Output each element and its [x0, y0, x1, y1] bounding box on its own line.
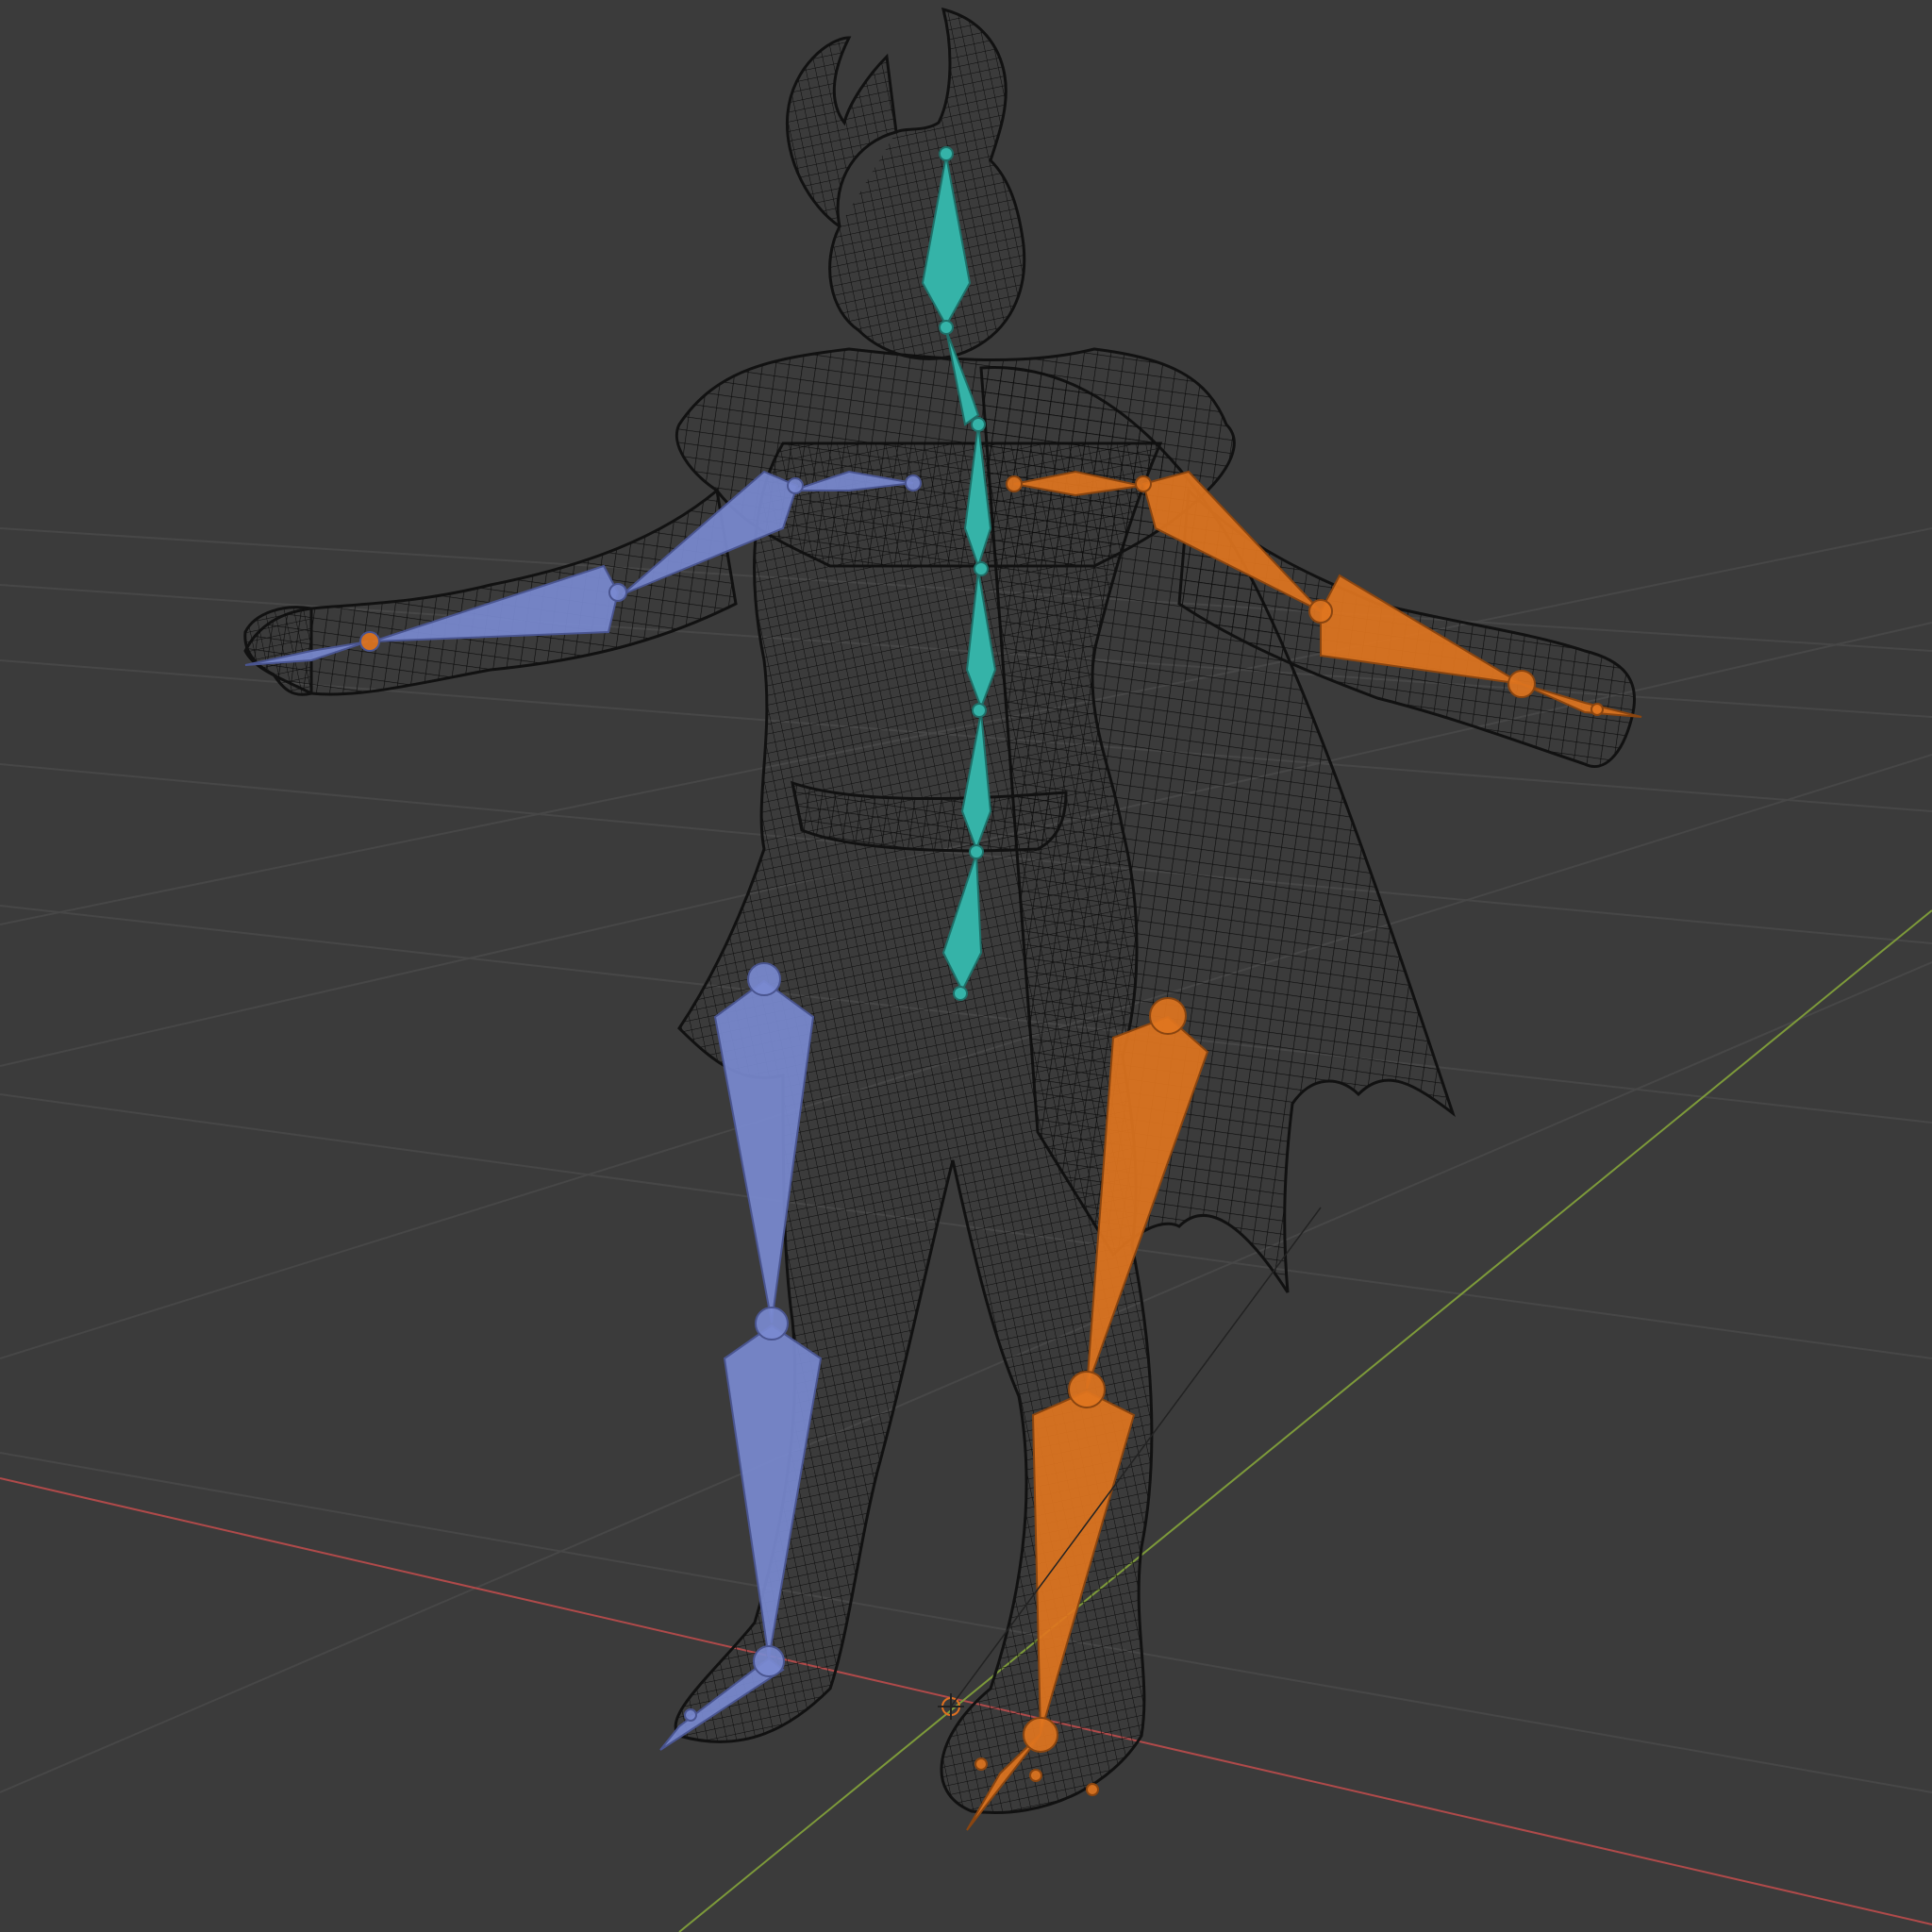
bone-joint [939, 146, 954, 161]
bone-joint [974, 561, 989, 576]
mesh-arm-left [243, 488, 738, 696]
bone-joint [1029, 1769, 1042, 1782]
bone-joint [972, 703, 987, 718]
bone-joint [969, 844, 984, 859]
bone-joint [755, 1307, 789, 1341]
bone-joint [1591, 703, 1604, 716]
bone-joint [1006, 475, 1023, 492]
bone-joint [359, 631, 380, 652]
bone-joint [905, 475, 922, 491]
bone-joint [753, 1645, 785, 1677]
bone-joint [684, 1708, 697, 1722]
x-axis-line [0, 1477, 1932, 1925]
bone-joint [1149, 997, 1187, 1035]
bone-joint [608, 583, 627, 602]
bone-joint [1308, 599, 1333, 624]
viewport-canvas[interactable] [0, 0, 1932, 1932]
bone-joint [1507, 670, 1536, 698]
bone-joint [1023, 1717, 1058, 1753]
bone-joint [1068, 1371, 1106, 1408]
bone-joint [939, 320, 954, 335]
bone-joint [1086, 1783, 1099, 1796]
bone-joint [1135, 475, 1152, 492]
bone-joint [974, 1757, 988, 1771]
bone-joint [787, 477, 804, 494]
bone-joint [971, 417, 986, 432]
mesh-hand-left [243, 606, 313, 696]
bone-joint [747, 962, 781, 996]
bone-joint [953, 986, 968, 1001]
mesh-head [785, 7, 1026, 360]
3d-viewport[interactable] [0, 0, 1932, 1932]
